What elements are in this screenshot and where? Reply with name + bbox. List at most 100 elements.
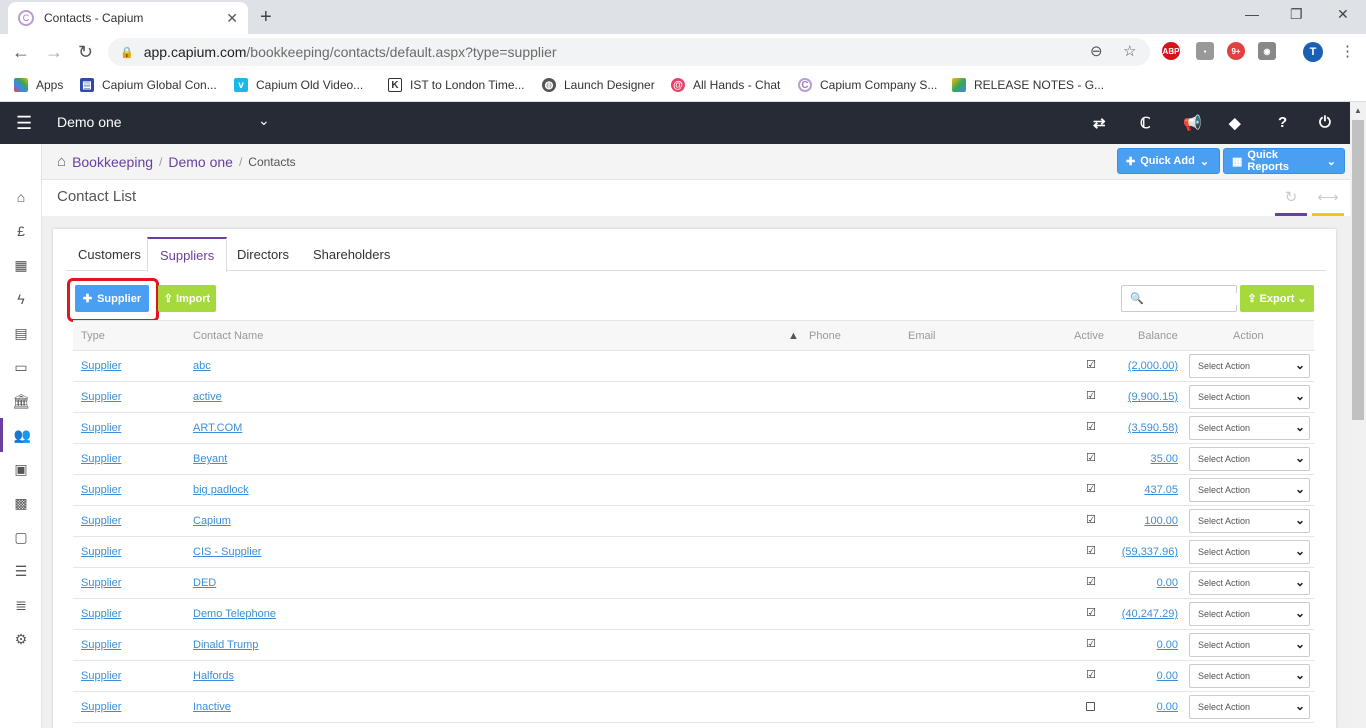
- sidebar-calculator-icon[interactable]: ▩: [0, 486, 42, 520]
- sidebar-bank-icon[interactable]: 🏛: [0, 384, 42, 418]
- row-action-select[interactable]: Select Action ⌄: [1189, 571, 1310, 595]
- chevron-down-icon[interactable]: ⌄: [258, 112, 270, 129]
- scrollbar-thumb[interactable]: [1352, 120, 1364, 420]
- row-type-link[interactable]: Supplier: [81, 577, 121, 589]
- sidebar-bolt-icon[interactable]: ϟ: [0, 282, 42, 316]
- sidebar-table-icon[interactable]: ≣: [0, 588, 42, 622]
- sidebar-card-icon[interactable]: ▭: [0, 350, 42, 384]
- row-type-link[interactable]: Supplier: [81, 360, 121, 372]
- tab-shareholders[interactable]: Shareholders: [301, 237, 402, 271]
- row-contact-name-link[interactable]: big padlock: [193, 484, 249, 496]
- header-email[interactable]: Email: [908, 330, 936, 342]
- forward-icon[interactable]: →: [45, 42, 63, 63]
- row-balance-link[interactable]: 0.00: [1108, 639, 1178, 651]
- sidebar-home-icon[interactable]: ⌂: [0, 180, 42, 214]
- row-action-select[interactable]: Select Action ⌄: [1189, 385, 1310, 409]
- row-type-link[interactable]: Supplier: [81, 608, 121, 620]
- row-type-link[interactable]: Supplier: [81, 484, 121, 496]
- sort-ascending-icon[interactable]: ▲: [788, 330, 799, 342]
- row-balance-link[interactable]: (40,247.29): [1108, 608, 1178, 620]
- reload-icon[interactable]: ↻: [78, 42, 93, 63]
- row-action-select[interactable]: Select Action ⌄: [1189, 478, 1310, 502]
- breadcrumb-bookkeeping[interactable]: Bookkeeping: [72, 154, 153, 170]
- row-action-select[interactable]: Select Action ⌄: [1189, 695, 1310, 719]
- scroll-up-icon[interactable]: ▲: [1354, 106, 1362, 115]
- row-balance-link[interactable]: 0.00: [1108, 701, 1178, 713]
- import-button[interactable]: ⇪ Import: [158, 285, 216, 312]
- row-balance-link[interactable]: 100.00: [1108, 515, 1178, 527]
- expand-icon[interactable]: ⟷: [1312, 188, 1344, 216]
- row-contact-name-link[interactable]: CIS - Supplier: [193, 546, 261, 558]
- tab-suppliers[interactable]: Suppliers: [147, 237, 228, 272]
- row-type-link[interactable]: Supplier: [81, 422, 121, 434]
- close-tab-icon[interactable]: ✕: [226, 10, 238, 27]
- row-action-select[interactable]: Select Action ⌄: [1189, 416, 1310, 440]
- row-action-select[interactable]: Select Action ⌄: [1189, 540, 1310, 564]
- header-active[interactable]: Active: [1074, 330, 1104, 342]
- address-bar[interactable]: 🔒 app.capium.com/bookkeeping/contacts/de…: [108, 38, 1150, 66]
- row-action-select[interactable]: Select Action ⌄: [1189, 447, 1310, 471]
- power-icon[interactable]: ⏻: [1319, 114, 1331, 131]
- new-tab-icon[interactable]: +: [260, 6, 272, 29]
- sidebar-document-icon[interactable]: ▤: [0, 316, 42, 350]
- row-type-link[interactable]: Supplier: [81, 515, 121, 527]
- refresh-icon[interactable]: ↻: [1275, 188, 1307, 216]
- header-type[interactable]: Type: [81, 330, 105, 342]
- sidebar-settings-icon[interactable]: ⚙: [0, 622, 42, 656]
- row-contact-name-link[interactable]: DED: [193, 577, 216, 589]
- row-balance-link[interactable]: 0.00: [1108, 577, 1178, 589]
- sidebar-pound-icon[interactable]: £: [0, 214, 42, 248]
- row-type-link[interactable]: Supplier: [81, 670, 121, 682]
- row-type-link[interactable]: Supplier: [81, 639, 121, 651]
- bookmark-capium-old-video[interactable]: v Capium Old Video...: [234, 78, 363, 92]
- row-action-select[interactable]: Select Action ⌄: [1189, 633, 1310, 657]
- row-action-select[interactable]: Select Action ⌄: [1189, 354, 1310, 378]
- tab-directors[interactable]: Directors: [225, 237, 301, 271]
- row-balance-link[interactable]: (59,337.96): [1108, 546, 1178, 558]
- row-type-link[interactable]: Supplier: [81, 453, 121, 465]
- bookmark-apps[interactable]: Apps: [14, 78, 63, 92]
- row-contact-name-link[interactable]: abc: [193, 360, 211, 372]
- row-contact-name-link[interactable]: Beyant: [193, 453, 227, 465]
- hamburger-menu-icon[interactable]: ☰: [16, 113, 32, 134]
- row-type-link[interactable]: Supplier: [81, 701, 121, 713]
- announcement-icon[interactable]: 📢: [1183, 114, 1202, 132]
- header-contact-name[interactable]: Contact Name: [193, 330, 263, 342]
- switch-icon[interactable]: ⇄: [1093, 114, 1106, 132]
- quick-reports-button[interactable]: ▦ Quick Reports ⌄: [1223, 148, 1345, 174]
- capium-logo-icon[interactable]: ℂ: [1140, 114, 1150, 132]
- row-balance-link[interactable]: (9,900.15): [1108, 391, 1178, 403]
- adblock-extension-icon[interactable]: ABP: [1162, 42, 1180, 60]
- bookmark-release-notes[interactable]: RELEASE NOTES - G...: [952, 78, 1104, 92]
- row-balance-link[interactable]: (2,000.00): [1108, 360, 1178, 372]
- add-supplier-button[interactable]: ✚ Supplier: [75, 285, 149, 312]
- sidebar-list-icon[interactable]: ☰: [0, 554, 42, 588]
- row-contact-name-link[interactable]: Capium: [193, 515, 231, 527]
- row-balance-link[interactable]: (3,590.58): [1108, 422, 1178, 434]
- company-selector[interactable]: Demo one: [57, 114, 122, 130]
- notification-extension-icon[interactable]: 9+: [1227, 42, 1245, 60]
- help-icon[interactable]: ?: [1278, 114, 1287, 131]
- row-action-select[interactable]: Select Action ⌄: [1189, 509, 1310, 533]
- zoom-icon[interactable]: ⊖: [1090, 42, 1103, 60]
- row-action-select[interactable]: Select Action ⌄: [1189, 602, 1310, 626]
- row-balance-link[interactable]: 0.00: [1108, 670, 1178, 682]
- back-icon[interactable]: ←: [12, 42, 30, 63]
- sidebar-calendar-alt-icon[interactable]: ▢: [0, 520, 42, 554]
- bookmark-all-hands-chat[interactable]: @ All Hands - Chat: [671, 78, 780, 92]
- row-action-select[interactable]: Select Action ⌄: [1189, 664, 1310, 688]
- bookmark-capium-global[interactable]: ▤ Capium Global Con...: [80, 78, 217, 92]
- tab-customers[interactable]: Customers: [66, 237, 153, 271]
- restore-window-icon[interactable]: ❐: [1290, 6, 1303, 23]
- bookmark-launch-designer[interactable]: ◍ Launch Designer: [542, 78, 655, 92]
- home-icon[interactable]: ⌂: [57, 153, 66, 170]
- extension-icon[interactable]: ▪: [1196, 42, 1214, 60]
- row-balance-link[interactable]: 437.05: [1108, 484, 1178, 496]
- header-balance[interactable]: Balance: [1138, 330, 1178, 342]
- tag-icon[interactable]: ◆: [1229, 114, 1241, 132]
- header-phone[interactable]: Phone: [809, 330, 841, 342]
- row-contact-name-link[interactable]: Inactive: [193, 701, 231, 713]
- bookmark-capium-company[interactable]: C Capium Company S...: [798, 78, 937, 92]
- bookmark-star-icon[interactable]: ☆: [1123, 42, 1136, 60]
- row-contact-name-link[interactable]: ART.COM: [193, 422, 242, 434]
